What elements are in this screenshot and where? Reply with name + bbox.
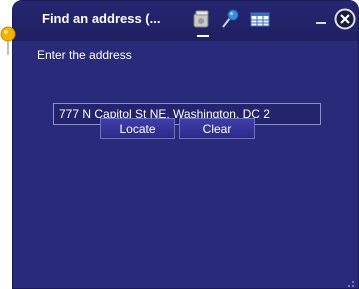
- locate-button[interactable]: Locate: [100, 118, 175, 139]
- table-icon[interactable]: [249, 7, 271, 31]
- widget-titlebar[interactable]: Find an address (...: [13, 1, 358, 41]
- minimize-icon[interactable]: [314, 10, 330, 26]
- clear-button[interactable]: Clear: [179, 118, 255, 139]
- address-prompt-label: Enter the address: [37, 48, 132, 62]
- find-address-widget: Find an address (... Enter the address 7…: [12, 0, 359, 289]
- pushpin-icon[interactable]: [219, 7, 241, 31]
- close-icon[interactable]: [334, 8, 356, 30]
- widget-title: Find an address (...: [42, 11, 161, 26]
- resize-grip-icon[interactable]: [345, 275, 355, 287]
- map-pin-icon: [0, 26, 16, 56]
- active-tool-indicator: [197, 35, 209, 37]
- address-book-icon[interactable]: [190, 7, 212, 31]
